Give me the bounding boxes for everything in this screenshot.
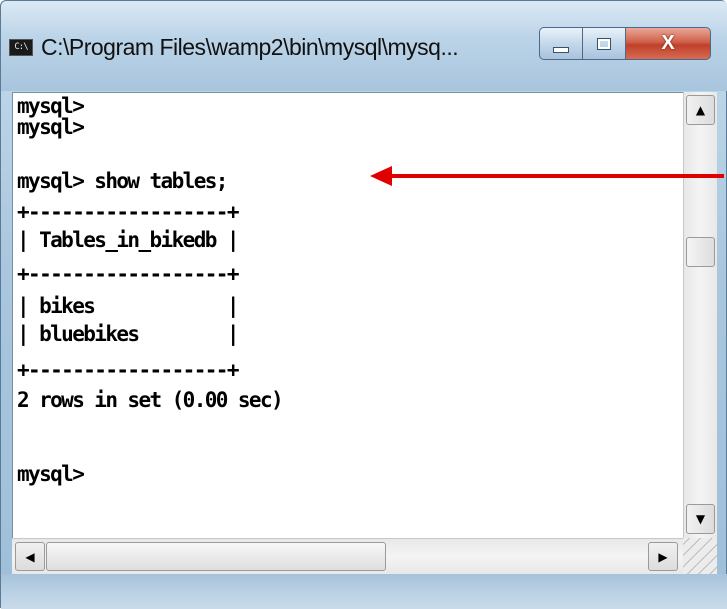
scroll-right-button[interactable]: ▶	[648, 542, 678, 571]
table-row: | bikes |	[17, 294, 239, 318]
console-icon[interactable]: C:\	[9, 39, 33, 56]
scroll-up-button[interactable]: ▲	[686, 95, 715, 125]
arrow-left-icon: ◀	[25, 549, 35, 564]
minimize-icon	[553, 46, 569, 53]
maximize-icon	[597, 37, 611, 50]
table-row: | bluebikes |	[17, 322, 239, 346]
result-summary: 2 rows in set (0.00 sec)	[17, 388, 284, 412]
title-bar[interactable]: C:\ C:\Program Files\wamp2\bin\mysql\mys…	[1, 1, 727, 91]
vertical-scrollbar[interactable]: ▲ ▼	[683, 92, 717, 538]
window-bottom-frame	[1, 574, 727, 609]
window-title: C:\Program Files\wamp2\bin\mysql\mysq...	[41, 34, 459, 60]
arrow-up-icon: ▲	[695, 103, 706, 117]
console-window: C:\ C:\Program Files\wamp2\bin\mysql\mys…	[0, 0, 727, 609]
scroll-left-button[interactable]: ◀	[15, 542, 45, 571]
table-border: +------------------+	[17, 358, 239, 382]
vertical-scroll-thumb[interactable]	[686, 237, 715, 267]
table-header: | Tables_in_bikedb |	[17, 228, 239, 252]
console-line: mysql> show tables;	[17, 169, 228, 193]
close-button[interactable]: X	[625, 27, 711, 60]
arrow-down-icon: ▼	[695, 512, 706, 526]
table-border: +------------------+	[17, 200, 239, 224]
scroll-down-button[interactable]: ▼	[686, 504, 715, 534]
close-icon: X	[661, 32, 675, 54]
minimize-button[interactable]	[539, 27, 583, 60]
resize-grip[interactable]	[683, 538, 717, 574]
console-line: mysql>	[17, 94, 85, 118]
maximize-button[interactable]	[582, 27, 626, 60]
table-border: +------------------+	[17, 262, 239, 286]
horizontal-scroll-thumb[interactable]	[46, 542, 386, 571]
console-line: mysql>	[17, 115, 85, 139]
console-output[interactable]: mysql> mysql> mysql> show tables; +-----…	[12, 92, 684, 539]
horizontal-scrollbar[interactable]: ◀ ▶	[12, 538, 683, 574]
console-prompt[interactable]: mysql>	[17, 463, 85, 485]
arrow-right-icon: ▶	[658, 549, 668, 564]
